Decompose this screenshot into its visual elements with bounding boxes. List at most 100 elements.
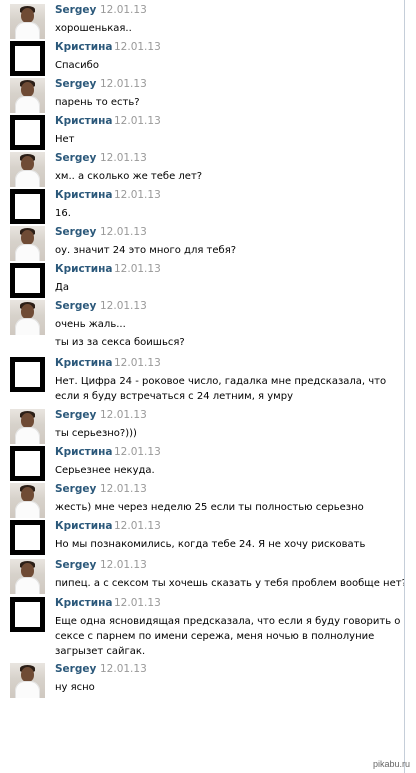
author-name[interactable]: Кристина — [55, 40, 112, 54]
message-text: оу. значит 24 это много для тебя? — [55, 245, 237, 256]
message-item: Sergey 12.01.13 парень то есть? — [0, 76, 404, 114]
avatar-body — [15, 501, 40, 518]
avatar-kristina[interactable] — [10, 189, 45, 224]
message-text: ну ясно — [55, 682, 95, 693]
avatar-sergey[interactable] — [10, 483, 45, 518]
avatar-sergey[interactable] — [10, 152, 45, 187]
message-text: Спасибо — [55, 60, 99, 71]
message-text: пипец. а с сексом ты хочешь сказать у те… — [55, 578, 405, 589]
avatar-kristina[interactable] — [10, 446, 45, 481]
message-date: 12.01.13 — [114, 189, 161, 201]
avatar-head — [21, 8, 34, 23]
message-date: 12.01.13 — [100, 300, 147, 312]
author-name[interactable]: Кристина — [55, 356, 112, 370]
author-name[interactable]: Кристина — [55, 519, 112, 533]
message-item: Кристина 12.01.13 Нет — [0, 113, 404, 151]
avatar-kristina[interactable] — [10, 597, 45, 632]
avatar-body — [15, 96, 40, 113]
avatar-sergey[interactable] — [10, 78, 45, 113]
author-name[interactable]: Кристина — [55, 188, 112, 202]
avatar-kristina[interactable] — [10, 41, 45, 76]
avatar-head — [21, 230, 34, 245]
author-name[interactable]: Sergey — [55, 482, 96, 496]
avatar-kristina[interactable] — [10, 520, 45, 555]
message-text: 16. — [55, 208, 71, 219]
message-date: 12.01.13 — [114, 263, 161, 275]
author-name[interactable]: Sergey — [55, 408, 96, 422]
message-text: ты из за секса боишься? — [55, 337, 185, 348]
message-date: 12.01.13 — [114, 357, 161, 369]
author-name[interactable]: Sergey — [55, 3, 96, 17]
avatar-body — [15, 681, 40, 698]
message-item: Sergey 12.01.13 жесть) мне через неделю … — [0, 481, 404, 519]
message-date: 12.01.13 — [114, 446, 161, 458]
message-text: Серьезнее некуда. — [55, 465, 155, 476]
message-item: Кристина 12.01.13 Серьезнее некуда. — [0, 444, 404, 482]
avatar-head — [21, 304, 34, 319]
author-name[interactable]: Кристина — [55, 262, 112, 276]
author-name[interactable]: Sergey — [55, 225, 96, 239]
avatar-body — [15, 244, 40, 261]
avatar-sergey[interactable] — [10, 559, 45, 594]
watermark-text: pikabu.ru — [372, 759, 410, 769]
author-name[interactable]: Sergey — [55, 299, 96, 313]
avatar-kristina[interactable] — [10, 263, 45, 298]
message-date: 12.01.13 — [100, 152, 147, 164]
message-item: Кристина 12.01.13 Спасибо — [0, 39, 404, 77]
message-date: 12.01.13 — [114, 520, 161, 532]
avatar-head — [21, 487, 34, 502]
avatar-sergey[interactable] — [10, 663, 45, 698]
message-item: Sergey 12.01.13 ну ясно — [0, 661, 404, 699]
message-text: парень то есть? — [55, 97, 140, 108]
avatar-sergey[interactable] — [10, 300, 45, 335]
message-text: Но мы познакомились, когда тебе 24. Я не… — [55, 539, 366, 550]
avatar-sergey[interactable] — [10, 4, 45, 39]
message-item: Sergey 12.01.13 очень жаль... ты из за с… — [0, 298, 404, 354]
message-date: 12.01.13 — [100, 559, 147, 571]
message-item: Кристина 12.01.13 Нет. Цифра 24 - роково… — [0, 355, 404, 407]
avatar-head — [21, 82, 34, 97]
avatar-head — [21, 413, 34, 428]
message-item: Кристина 12.01.13 Но мы познакомились, к… — [0, 518, 404, 556]
avatar-kristina[interactable] — [10, 357, 45, 392]
message-text: Да — [55, 282, 69, 293]
avatar-sergey[interactable] — [10, 409, 45, 444]
message-text: хорошенькая.. — [55, 23, 132, 34]
message-text: очень жаль... — [55, 319, 126, 330]
message-text: Нет — [55, 134, 75, 145]
message-date: 12.01.13 — [114, 115, 161, 127]
message-date: 12.01.13 — [100, 409, 147, 421]
message-item: Кристина 12.01.13 Еще одна ясновидящая п… — [0, 595, 404, 659]
author-name[interactable]: Кристина — [55, 445, 112, 459]
message-item: Sergey 12.01.13 пипец. а с сексом ты хоч… — [0, 557, 405, 595]
message-date: 12.01.13 — [100, 78, 147, 90]
message-text: жесть) мне через неделю 25 если ты полно… — [55, 502, 364, 513]
message-date: 12.01.13 — [100, 4, 147, 16]
message-text: Еще одна ясновидящая предсказала, что ес… — [55, 616, 401, 657]
message-item: Sergey 12.01.13 ты серьезно?))) — [0, 407, 404, 445]
avatar-body — [15, 22, 40, 39]
avatar-sergey[interactable] — [10, 226, 45, 261]
message-date: 12.01.13 — [100, 226, 147, 238]
message-date: 12.01.13 — [100, 663, 147, 675]
message-text: Нет. Цифра 24 - роковое число, гадалка м… — [55, 376, 387, 402]
message-item: Sergey 12.01.13 хм.. а сколько же тебе л… — [0, 150, 404, 188]
avatar-body — [15, 577, 40, 594]
avatar-head — [21, 156, 34, 171]
message-text: ты серьезно?))) — [55, 428, 137, 439]
avatar-body — [15, 318, 40, 335]
message-date: 12.01.13 — [100, 483, 147, 495]
avatar-head — [21, 667, 34, 682]
avatar-body — [15, 427, 40, 444]
author-name[interactable]: Sergey — [55, 662, 96, 676]
author-name[interactable]: Sergey — [55, 558, 96, 572]
author-name[interactable]: Кристина — [55, 596, 112, 610]
author-name[interactable]: Sergey — [55, 151, 96, 165]
message-date: 12.01.13 — [114, 41, 161, 53]
message-item: Sergey 12.01.13 хорошенькая.. — [0, 2, 404, 40]
author-name[interactable]: Кристина — [55, 114, 112, 128]
avatar-kristina[interactable] — [10, 115, 45, 150]
message-date: 12.01.13 — [114, 597, 161, 609]
author-name[interactable]: Sergey — [55, 77, 96, 91]
message-item: Sergey 12.01.13 оу. значит 24 это много … — [0, 224, 404, 262]
